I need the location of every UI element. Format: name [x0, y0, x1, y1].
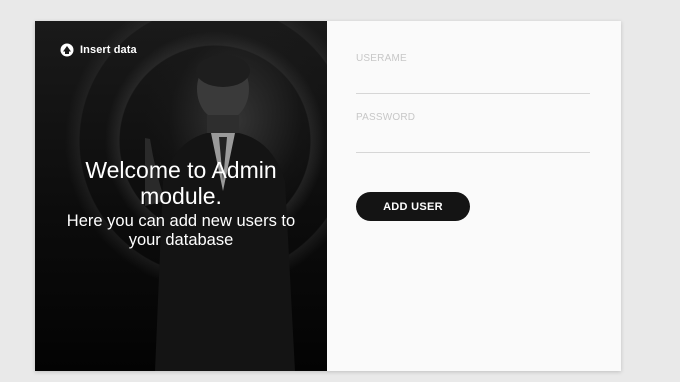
welcome-message: Welcome to Admin module. Here you can ad… — [35, 157, 327, 250]
welcome-subtitle: Here you can add new users to your datab… — [66, 212, 296, 249]
hero-panel: Insert data Welcome to Admin module. Her… — [35, 21, 327, 371]
password-label: PASSWORD — [356, 112, 416, 123]
add-user-button[interactable]: ADD USER — [356, 192, 470, 221]
logo-emblem-icon — [60, 43, 74, 57]
welcome-title: Welcome to Admin module. — [85, 157, 277, 209]
username-label: USERAME — [356, 53, 407, 64]
brand-label: Insert data — [80, 44, 137, 56]
brand: Insert data — [60, 43, 137, 57]
login-card: Insert data Welcome to Admin module. Her… — [35, 21, 621, 371]
username-input[interactable] — [356, 68, 590, 94]
password-field: PASSWORD — [356, 112, 590, 153]
form-panel: USERAME PASSWORD ADD USER — [327, 21, 621, 371]
password-input[interactable] — [356, 127, 590, 153]
username-field: USERAME — [356, 53, 590, 94]
